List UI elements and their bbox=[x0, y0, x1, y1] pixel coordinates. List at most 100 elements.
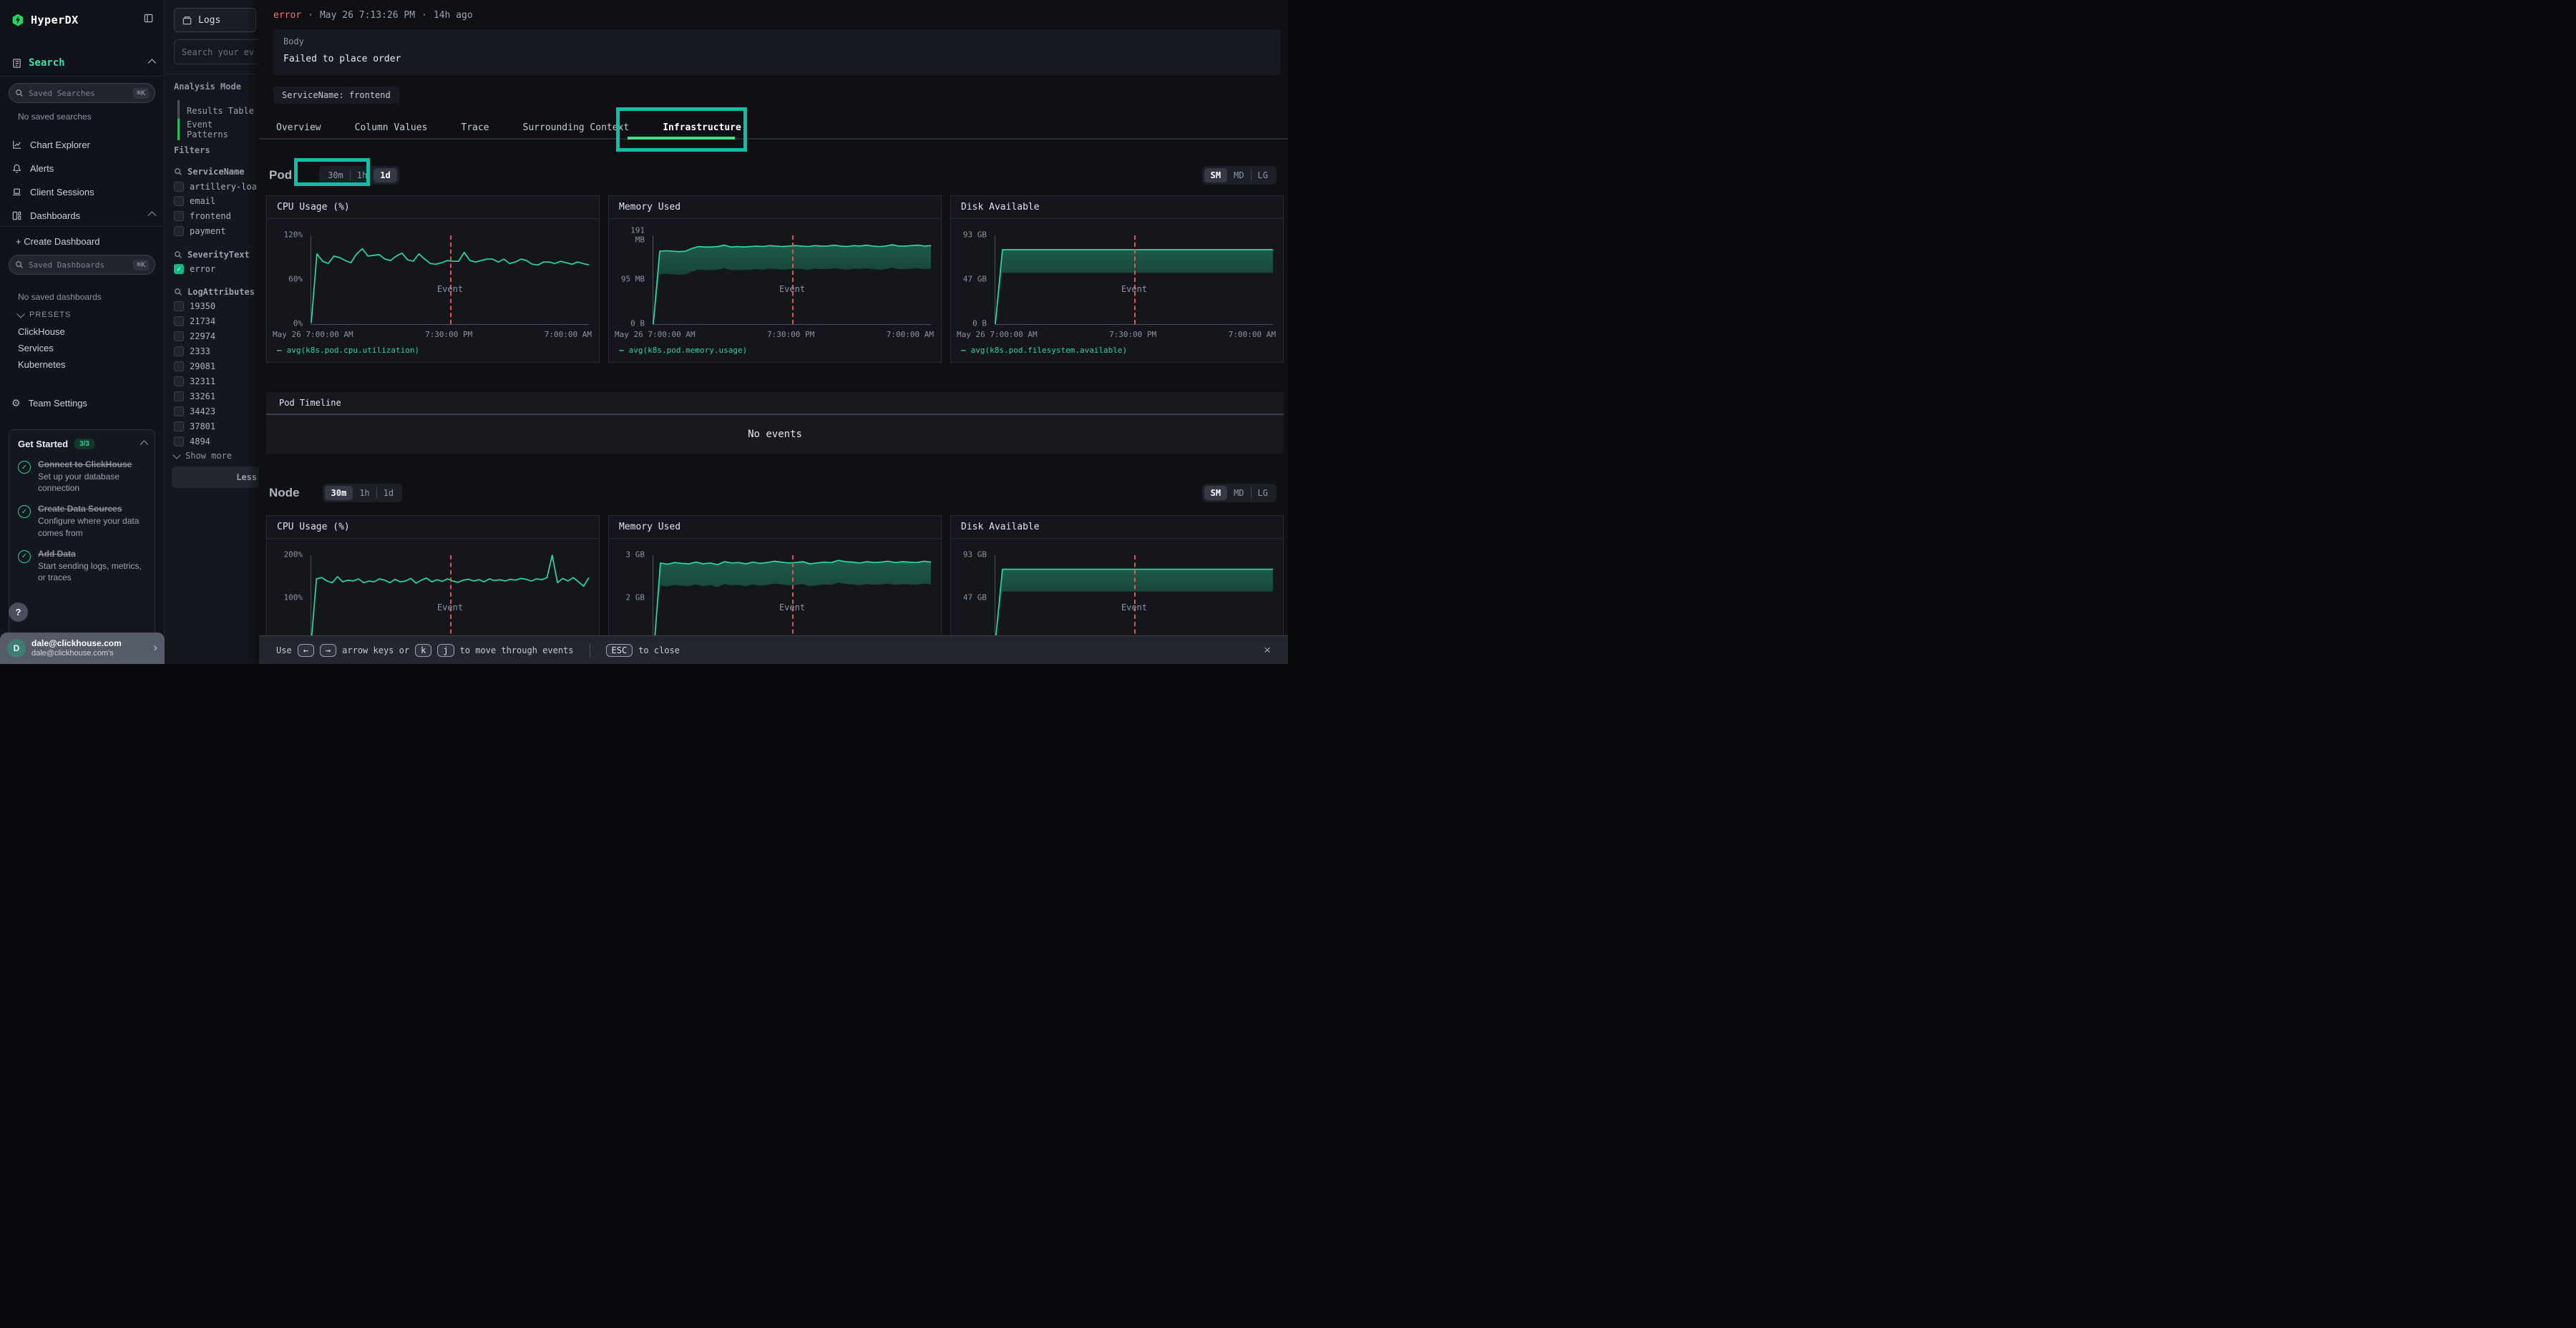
get-started-item[interactable]: ✓ Create Data Sources Configure where yo… bbox=[18, 504, 146, 538]
get-started-item[interactable]: ✓ Add Data Start sending logs, metrics, … bbox=[18, 549, 146, 583]
chart-legend-pod-memory: —avg(k8s.pod.memory.usage) bbox=[619, 346, 747, 355]
checkbox[interactable] bbox=[174, 376, 184, 386]
pod-section-header: Pod 30m 1h 1d bbox=[269, 163, 399, 187]
checkbox[interactable] bbox=[174, 316, 184, 326]
x-tick-label: 7:30:00 PM bbox=[767, 330, 814, 339]
get-started-progress-badge: 3/3 bbox=[74, 439, 95, 449]
filter-option[interactable]: artillery-loa bbox=[174, 182, 257, 192]
mode-event-patterns[interactable]: Event Patterns bbox=[177, 119, 259, 140]
saved-dashboards-placeholder: Saved Dashboards bbox=[29, 260, 104, 270]
checkbox[interactable] bbox=[174, 421, 184, 431]
filter-option[interactable]: 2333 bbox=[174, 346, 210, 356]
size-sm-button[interactable]: SM bbox=[1204, 486, 1227, 500]
range-1h-button[interactable]: 1h bbox=[351, 168, 374, 182]
size-sm-button[interactable]: SM bbox=[1204, 168, 1227, 182]
presets-toggle[interactable]: PRESETS bbox=[18, 311, 71, 319]
sidebar: HyperDX Search Saved Searches ⌘K No save… bbox=[0, 0, 165, 664]
event-marker-line bbox=[450, 235, 452, 324]
service-tag-chip[interactable]: ServiceName: frontend bbox=[273, 87, 399, 104]
sidebar-item-alerts[interactable]: Alerts bbox=[11, 160, 154, 177]
filter-option[interactable]: 21734 bbox=[174, 316, 215, 326]
size-lg-button[interactable]: LG bbox=[1252, 168, 1274, 182]
filter-option[interactable]: 4894 bbox=[174, 436, 210, 446]
x-axis-line bbox=[653, 324, 931, 325]
filter-option[interactable]: 34423 bbox=[174, 406, 215, 416]
less-filters-button[interactable]: Less fil bbox=[172, 467, 259, 488]
checkbox[interactable] bbox=[174, 436, 184, 446]
range-30m-button[interactable]: 30m bbox=[321, 168, 350, 182]
checkbox[interactable] bbox=[174, 361, 184, 371]
tab-surrounding-context[interactable]: Surrounding Context bbox=[523, 122, 630, 133]
filter-option[interactable]: 32311 bbox=[174, 376, 215, 386]
chevron-up-icon[interactable] bbox=[140, 440, 148, 448]
source-selector-button[interactable]: Logs bbox=[174, 8, 256, 32]
saved-dashboards-input[interactable]: Saved Dashboards ⌘K bbox=[9, 255, 155, 275]
filter-option-error[interactable]: ✓error bbox=[174, 264, 215, 274]
dashboard-icon bbox=[11, 210, 22, 221]
filter-option[interactable]: payment bbox=[174, 226, 226, 236]
filter-option[interactable]: email bbox=[174, 196, 215, 206]
checkbox-checked[interactable]: ✓ bbox=[174, 264, 184, 274]
saved-searches-input[interactable]: Saved Searches ⌘K bbox=[9, 83, 155, 103]
sidebar-item-dashboards[interactable]: Dashboards bbox=[11, 207, 154, 224]
range-1d-button[interactable]: 1d bbox=[377, 486, 400, 500]
preset-services[interactable]: Services bbox=[18, 343, 54, 353]
range-1d-button[interactable]: 1d bbox=[374, 168, 396, 182]
checkbox[interactable] bbox=[174, 391, 184, 401]
chart-title: Memory Used bbox=[609, 516, 941, 539]
user-account-button[interactable]: D dale@clickhouse.com dale@clickhouse.co… bbox=[0, 633, 165, 664]
node-section-title: Node bbox=[269, 486, 300, 500]
checkbox[interactable] bbox=[174, 301, 184, 311]
range-30m-button[interactable]: 30m bbox=[325, 486, 353, 500]
create-dashboard-link[interactable]: + Create Dashboard bbox=[16, 236, 99, 247]
tab-trace[interactable]: Trace bbox=[461, 122, 489, 133]
tab-overview[interactable]: Overview bbox=[276, 122, 321, 133]
show-more-toggle[interactable]: Show more bbox=[174, 451, 232, 461]
event-search-input[interactable]: Search your ev bbox=[174, 39, 259, 64]
checkbox[interactable] bbox=[174, 182, 184, 192]
x-tick-label: 7:30:00 PM bbox=[1109, 330, 1156, 339]
get-started-item[interactable]: ✓ Connect to ClickHouse Set up your data… bbox=[18, 459, 146, 494]
x-tick-label: May 26 7:00:00 AM bbox=[273, 330, 353, 339]
filter-option[interactable]: 33261 bbox=[174, 391, 215, 401]
close-icon[interactable]: × bbox=[1264, 643, 1271, 658]
collapse-sidebar-icon[interactable] bbox=[143, 13, 154, 26]
facet-servicename[interactable]: ServiceName bbox=[174, 167, 244, 177]
range-1h-button[interactable]: 1h bbox=[353, 486, 376, 500]
help-button[interactable]: ? bbox=[9, 602, 28, 622]
checkbox[interactable] bbox=[174, 226, 184, 236]
checkbox[interactable] bbox=[174, 211, 184, 221]
tab-infrastructure[interactable]: Infrastructure bbox=[663, 122, 741, 133]
sidebar-item-team-settings[interactable]: ⚙ Team Settings bbox=[11, 394, 154, 411]
sidebar-item-client-sessions[interactable]: Client Sessions bbox=[11, 183, 154, 200]
get-started-item-desc: Set up your database connection bbox=[38, 471, 146, 494]
chevron-down-icon bbox=[172, 451, 180, 459]
size-md-button[interactable]: MD bbox=[1227, 486, 1250, 500]
preset-clickhouse[interactable]: ClickHouse bbox=[18, 326, 65, 337]
filter-option[interactable]: 29081 bbox=[174, 361, 215, 371]
facet-logattributes[interactable]: LogAttributes bbox=[174, 287, 255, 297]
checkbox[interactable] bbox=[174, 346, 184, 356]
filter-option[interactable]: 19350 bbox=[174, 301, 215, 311]
size-md-button[interactable]: MD bbox=[1227, 168, 1250, 182]
hint-text: arrow keys or bbox=[342, 645, 409, 655]
tab-column-values[interactable]: Column Values bbox=[355, 122, 428, 133]
facet-severitytext[interactable]: SeverityText bbox=[174, 250, 250, 260]
check-circle-icon: ✓ bbox=[18, 550, 31, 563]
filter-option[interactable]: 22974 bbox=[174, 331, 215, 341]
size-lg-button[interactable]: LG bbox=[1252, 486, 1274, 500]
filter-option[interactable]: 37801 bbox=[174, 421, 215, 431]
legend-dash-icon: — bbox=[277, 346, 282, 355]
pod-section-title: Pod bbox=[269, 168, 292, 182]
checkbox[interactable] bbox=[174, 331, 184, 341]
esc-key: ESC bbox=[606, 644, 633, 657]
filter-option[interactable]: frontend bbox=[174, 211, 231, 221]
checkbox[interactable] bbox=[174, 406, 184, 416]
sidebar-item-search[interactable]: Search bbox=[11, 57, 154, 69]
checkbox[interactable] bbox=[174, 196, 184, 206]
chevron-up-icon[interactable] bbox=[148, 59, 156, 67]
sidebar-item-chart-explorer[interactable]: Chart Explorer bbox=[11, 136, 154, 153]
chevron-up-icon[interactable] bbox=[148, 211, 156, 219]
hyperdx-logo-icon bbox=[11, 14, 24, 26]
preset-kubernetes[interactable]: Kubernetes bbox=[18, 359, 66, 370]
